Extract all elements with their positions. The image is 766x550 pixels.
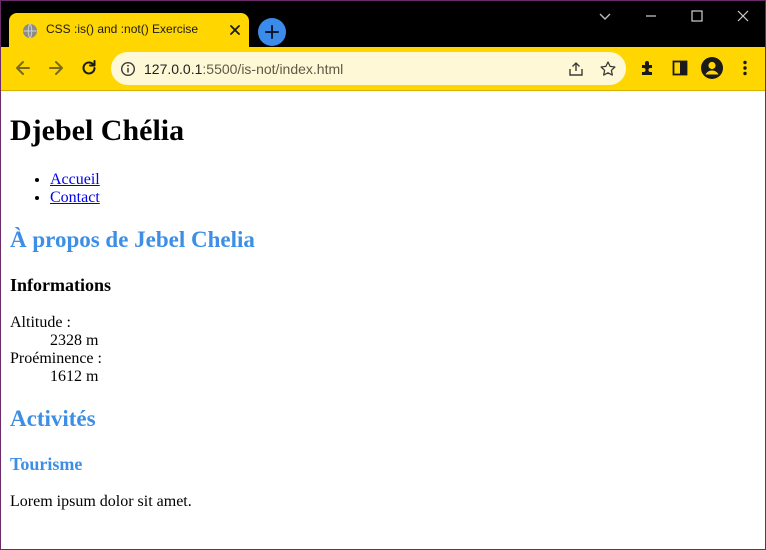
share-icon[interactable] — [567, 60, 585, 78]
url-host: 127.0.0.1 — [144, 61, 203, 77]
tab-title: CSS :is() and :not() Exercise — [46, 22, 199, 36]
address-bar[interactable]: 127.0.0.1:5500/is-not/index.html — [111, 52, 626, 85]
minimize-icon[interactable] — [641, 6, 661, 26]
page-title: Djebel Chélia — [10, 114, 185, 147]
nav-item-accueil: Accueil — [50, 171, 100, 189]
page-content: Djebel Chélia Accueil Contact À propos d… — [1, 91, 765, 549]
nav-item-contact: Contact — [50, 189, 100, 207]
nav-link-accueil[interactable]: Accueil — [50, 171, 100, 188]
kebab-menu-icon[interactable] — [735, 58, 755, 78]
activities-heading: Activités — [10, 406, 96, 431]
about-heading: À propos de Jebel Chelia — [10, 227, 255, 252]
info-heading: Informations — [10, 275, 112, 295]
chevron-down-icon[interactable] — [595, 6, 615, 26]
tab-strip: CSS :is() and :not() Exercise — [1, 1, 765, 47]
globe-icon — [23, 23, 37, 39]
tourism-paragraph: Lorem ipsum dolor sit amet. — [10, 493, 192, 510]
reload-icon[interactable] — [79, 58, 99, 78]
info-list: Altitude : 2328 m Proéminence : 1612 m — [10, 314, 102, 386]
maximize-icon[interactable] — [687, 6, 707, 26]
info-value-prominence: 1612 m — [50, 368, 99, 385]
forward-arrow-icon[interactable] — [46, 58, 66, 78]
profile-icon[interactable] — [700, 56, 724, 80]
info-value-altitude: 2328 m — [50, 332, 99, 349]
back-arrow-icon[interactable] — [13, 58, 33, 78]
close-icon[interactable] — [733, 6, 753, 26]
plus-icon — [265, 25, 279, 39]
nav-link-contact[interactable]: Contact — [50, 189, 100, 206]
info-icon[interactable] — [120, 61, 136, 77]
info-term-altitude: Altitude : — [10, 314, 71, 331]
info-term-prominence: Proéminence : — [10, 350, 102, 367]
puzzle-icon[interactable] — [638, 58, 658, 78]
active-tab[interactable]: CSS :is() and :not() Exercise — [9, 13, 249, 47]
close-icon[interactable] — [227, 22, 243, 38]
url-text: 127.0.0.1:5500/is-not/index.html — [144, 61, 343, 77]
new-tab-button[interactable] — [258, 18, 286, 46]
star-icon[interactable] — [599, 60, 617, 78]
side-panel-icon[interactable] — [670, 58, 690, 78]
url-path: :5500/is-not/index.html — [202, 61, 344, 77]
browser-toolbar: 127.0.0.1:5500/is-not/index.html — [1, 47, 765, 91]
browser-window: CSS :is() and :not() Exercise 127.0.0.1:… — [0, 0, 766, 550]
nav-list: Accueil Contact — [10, 171, 100, 207]
tourism-heading: Tourisme — [10, 454, 83, 474]
